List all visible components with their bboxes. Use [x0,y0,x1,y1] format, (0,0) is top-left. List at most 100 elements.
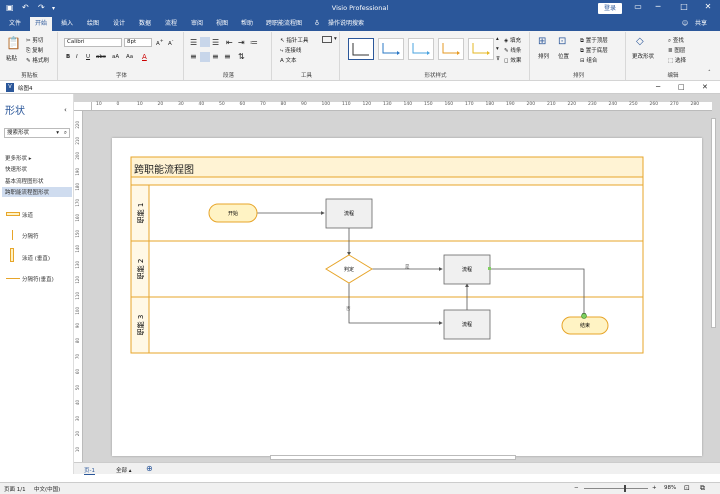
font-size-case-icon[interactable]: aA [112,54,119,60]
connection-point-process2[interactable] [488,267,491,270]
doc-minimize-icon[interactable]: ─ [656,83,660,91]
page-indicator[interactable]: 页面 1/1 [4,485,26,493]
styles-scroll-down-icon[interactable]: ▾ [496,46,499,52]
copy-button[interactable]: ⎘ 复制 [26,46,43,55]
basic-flowchart-item[interactable]: 基本流程图形状 [5,177,44,185]
tab-view[interactable]: 视图 [211,17,233,31]
align-bottom-icon[interactable]: ☰ [212,38,219,47]
paste-icon[interactable]: 📋 [6,36,21,50]
align-center-icon[interactable] [200,52,210,62]
fit-page-icon[interactable]: ⊡ [684,484,690,492]
doc-restore-icon[interactable]: □ [678,83,685,91]
ribbon-display-icon[interactable]: ▭ [630,2,646,11]
tab-crossfunctional[interactable]: 跨职能流程图 [262,17,306,31]
align-middle-icon[interactable] [200,37,210,47]
search-icon[interactable]: ⌕ [64,129,67,137]
arrange-button[interactable]: 排列 [538,52,549,60]
crossfunc-item[interactable]: 跨职能流程图形状 [2,187,72,197]
tab-help[interactable]: 帮助 [236,17,258,31]
select-button[interactable]: ⬚ 选择 [668,56,686,64]
styles-scroll-up-icon[interactable]: ▴ [496,36,499,42]
format-painter-button[interactable]: ✎ 格式刷 [26,56,49,64]
more-shapes-item[interactable]: 更多形状 ▸ [5,154,32,162]
tab-review[interactable]: 审阅 [186,17,208,31]
add-page-icon[interactable]: ⊕ [146,464,153,473]
zoom-in-icon[interactable]: + [652,485,657,491]
lane-1[interactable] [130,184,644,242]
style-swatch-3[interactable] [408,38,434,60]
document-tab[interactable]: 绘图4 [18,84,33,92]
all-pages-button[interactable]: 全部 ▴ [116,466,132,474]
style-swatch-4[interactable] [438,38,464,60]
align-right-icon[interactable]: ≡ [212,52,219,61]
font-grow-icon[interactable]: A+ [156,39,164,47]
style-swatch-1[interactable] [348,38,374,60]
zoom-out-icon[interactable]: − [574,485,579,491]
style-swatch-2[interactable] [378,38,404,60]
zoom-slider-thumb[interactable] [624,485,626,492]
search-shapes-input[interactable]: 搜索形状 ▾ ⌕ [4,128,70,138]
font-size-box[interactable]: 8pt [124,38,152,47]
search-dropdown-icon[interactable]: ▾ [56,129,59,137]
line-button[interactable]: ✎ 线条 [504,46,521,54]
collapse-panel-icon[interactable]: ‹ [64,106,67,114]
vertical-scrollbar[interactable] [711,118,716,328]
style-swatch-5[interactable] [468,38,494,60]
strikethrough-icon[interactable]: abc [96,54,106,60]
pointer-tool-button[interactable]: ↖ 指针工具 [280,36,308,44]
shape-dropdown-icon[interactable]: ▾ [334,36,337,42]
font-shrink-icon[interactable]: A- [168,39,173,47]
text-direction-icon[interactable]: ⇅ [238,52,245,61]
vertical-swimlane-stencil-icon[interactable] [10,248,14,262]
underline-icon[interactable]: U [86,54,90,60]
group-button[interactable]: ⊟ 组合 [580,56,597,64]
drawing-page[interactable]: 跨职能流程图 职能 1 职能 2 职能 3 是 否 开始 流程 判定 流程 流程… [112,138,702,456]
close-icon[interactable]: ✕ [700,2,716,11]
vertical-ruler[interactable]: 220 210 200 190 180 170 160 150 140 130 120 110 100 9… [74,111,83,462]
justify-icon[interactable]: ≡ [224,52,231,61]
align-left-icon[interactable]: ≡ [190,52,197,61]
share-button[interactable]: 共享 [692,17,710,31]
tab-draw[interactable]: 绘图 [82,17,104,31]
font-name-box[interactable]: Calibri [64,38,122,47]
tab-process[interactable]: 流程 [160,17,182,31]
tab-data[interactable]: 数据 [134,17,156,31]
page-tab-1[interactable]: 页-1 [84,466,95,475]
doc-close-icon[interactable]: ✕ [702,83,708,91]
phase-band[interactable] [130,176,644,186]
align-top-icon[interactable]: ☰ [190,38,197,47]
text-tool-button[interactable]: A 文本 [280,56,297,64]
bullets-icon[interactable]: ≔ [250,38,258,47]
zoom-level[interactable]: 98% [664,485,676,491]
login-button[interactable]: 登录 [598,3,622,14]
change-case-icon[interactable]: Aa [126,54,133,60]
separator-stencil-icon[interactable] [12,230,13,240]
layers-button[interactable]: ≣ 图层 [668,46,685,54]
bring-front-button[interactable]: ⧉ 置于顶层 [580,36,608,45]
minimize-icon[interactable]: ─ [650,2,666,11]
connection-point-handle[interactable] [581,313,587,319]
connector-button[interactable]: ⤷ 连接线 [280,46,301,55]
switch-windows-icon[interactable]: ⧉ [700,484,705,493]
decrease-indent-icon[interactable]: ⇤ [226,38,233,47]
diagram-title-band[interactable] [130,156,644,178]
fill-button[interactable]: ◈ 填充 [504,36,521,44]
horizontal-ruler[interactable]: 10 0 10 20 30 40 50 60 70 80 90 100 110 120 130 140 150 1… [92,102,712,111]
change-shape-button[interactable]: 更改形状 [632,52,654,60]
paste-button[interactable]: 粘贴 [6,54,17,62]
tab-insert[interactable]: 插入 [56,17,78,31]
language-indicator[interactable]: 中文(中国) [34,485,60,493]
font-color-icon[interactable]: A [142,53,147,61]
send-back-button[interactable]: ⧉ 置于底层 [580,46,608,55]
collapse-ribbon-icon[interactable]: ˄ [708,70,711,76]
share-icon[interactable]: ☺ [680,17,690,31]
quick-shapes-item[interactable]: 快速形状 [5,165,27,173]
find-button[interactable]: ⌕ 查找 [668,36,684,45]
tab-home[interactable]: 开始 [30,17,52,31]
styles-more-icon[interactable]: ⊽ [496,56,500,62]
bold-icon[interactable]: B [66,54,70,60]
maximize-icon[interactable]: □ [676,2,692,11]
swimlane-stencil-icon[interactable] [6,212,20,216]
vertical-separator-stencil-icon[interactable] [6,278,20,279]
zoom-slider[interactable] [584,488,648,489]
